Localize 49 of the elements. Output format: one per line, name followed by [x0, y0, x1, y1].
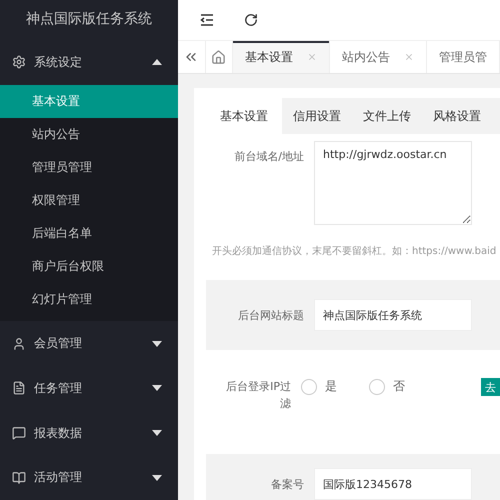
settings-icon — [12, 55, 26, 70]
radio-option[interactable]: 是 — [301, 378, 337, 395]
sidebar-group[interactable]: 报表数据 — [0, 410, 178, 456]
radio-circle[interactable] — [369, 378, 385, 394]
input-field[interactable]: 神点国际版任务系统 — [314, 299, 472, 331]
sidebar-item[interactable]: 后端白名单 — [0, 217, 178, 250]
sidebar-item[interactable]: 幻灯片管理 — [0, 283, 178, 316]
close-icon[interactable] — [404, 52, 414, 62]
page-tab[interactable]: 管理员管 — [427, 41, 500, 73]
action-button[interactable]: 去 — [481, 378, 500, 396]
settings-tab[interactable]: 信用设置 — [282, 98, 352, 134]
radio-label: 否 — [393, 378, 405, 395]
sidebar-item[interactable]: 管理员管理 — [0, 151, 178, 184]
caret-icon — [152, 430, 162, 436]
field-label: 前台域名/地址 — [233, 149, 304, 165]
radio-option[interactable]: 否 — [369, 378, 405, 395]
settings-tab[interactable]: 风格设置 — [422, 98, 492, 134]
caret-icon — [152, 340, 162, 347]
caret-icon — [152, 474, 162, 481]
sidebar-item[interactable]: 权限管理 — [0, 184, 178, 218]
radio-circle[interactable] — [301, 378, 317, 394]
sidebar-group[interactable]: 活动管理 — [0, 455, 178, 500]
radio-label: 是 — [325, 378, 337, 395]
menu-fold-icon[interactable] — [200, 14, 214, 26]
hint-text: 开头必须加通信协议，末尾不要留斜杠。如：https://www.baid — [212, 244, 498, 258]
page-tab[interactable]: 站内公告 — [330, 41, 427, 73]
document-icon — [12, 381, 26, 396]
home-icon — [211, 50, 226, 64]
sidebar-item[interactable]: 站内公告 — [0, 118, 178, 152]
chat-icon — [12, 426, 26, 440]
sidebar-item[interactable]: 商户后台权限 — [0, 250, 178, 284]
input-field[interactable]: 国际版12345678 — [314, 468, 472, 500]
book-icon — [12, 470, 26, 485]
field-label: 后台登录IP过滤 — [225, 379, 291, 412]
sidebar-group[interactable]: 系统设定 — [0, 38, 178, 86]
domain-field[interactable]: http://gjrwdz.oostar.cn — [314, 141, 472, 225]
settings-tab[interactable]: 文件上传 — [352, 98, 422, 134]
sidebar-group[interactable]: 会员管理 — [0, 321, 178, 366]
field-label: 后台网站标题 — [237, 308, 304, 324]
sidebar-group[interactable]: 任务管理 — [0, 366, 178, 411]
sidebar-item[interactable]: 基本设置 — [0, 85, 178, 118]
field-label: 备案号 — [270, 476, 304, 492]
settings-tab[interactable]: 基本设置 — [206, 98, 282, 134]
page-tab[interactable]: 基本设置 — [233, 41, 330, 73]
caret-icon — [152, 385, 162, 392]
refresh-icon[interactable] — [244, 13, 258, 27]
user-icon — [12, 336, 26, 351]
caret-icon — [152, 59, 162, 66]
close-icon[interactable] — [307, 52, 317, 62]
